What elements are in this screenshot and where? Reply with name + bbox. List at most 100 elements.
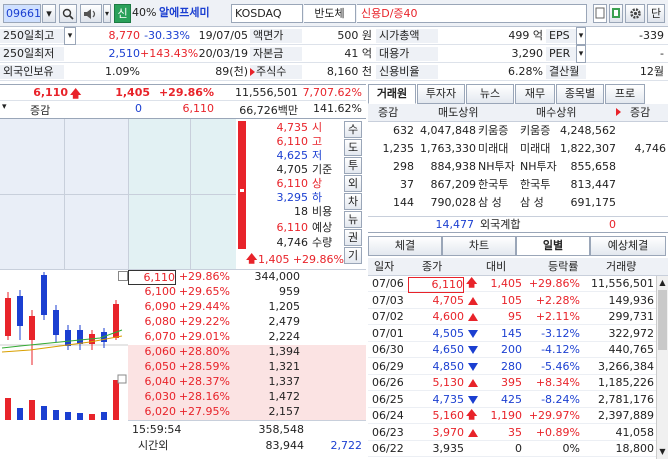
daily-date: 06/26 bbox=[372, 376, 404, 389]
speaker-icon[interactable] bbox=[80, 4, 102, 23]
daily-down-icon bbox=[468, 395, 478, 404]
summary-value: 6,110 bbox=[276, 135, 309, 148]
broker-tab[interactable]: 뉴스 bbox=[466, 84, 514, 104]
daily-row[interactable]: 06/26 5,130 395 +8.34% 1,185,226 bbox=[368, 375, 656, 391]
unit-button[interactable]: 단 bbox=[647, 4, 665, 23]
ask-row[interactable]: 6,080 +29.22% 2,479 bbox=[128, 315, 366, 330]
ask-rate: +29.44% bbox=[178, 300, 230, 313]
scroll-up-icon[interactable]: ▲ bbox=[658, 278, 667, 288]
date-250-low: 20/03/19 bbox=[198, 47, 248, 60]
speaker-dropdown-button[interactable]: ▾ bbox=[103, 4, 111, 23]
expected-rate: +29.86% bbox=[292, 253, 344, 266]
daily-row[interactable]: 07/01 4,505 145 -3.12% 322,972 bbox=[368, 326, 656, 342]
daily-row[interactable]: 07/06 6,110 🡅 1,405 +29.86% 11,556,501 bbox=[368, 276, 656, 293]
bid-price: 6,040 bbox=[144, 375, 177, 388]
daily-change: 35 bbox=[508, 425, 522, 439]
daily-tab[interactable]: 일별 bbox=[516, 236, 590, 256]
bid-price: 6,020 bbox=[144, 405, 177, 418]
label-shares: 주식수 bbox=[250, 65, 302, 79]
stock-name: 알에프세미 bbox=[159, 6, 210, 19]
bid-row[interactable]: 6,050 +28.59% 1,321 bbox=[128, 360, 366, 375]
daily-close: 5,160 bbox=[432, 409, 465, 422]
daily-volume: 18,800 bbox=[615, 442, 655, 455]
daily-tab[interactable]: 차트 bbox=[442, 236, 516, 256]
daily-close: 6,110 bbox=[408, 277, 464, 293]
broker-sell-name: 삼 성 bbox=[478, 196, 502, 209]
eps-dropdown[interactable]: ▾ bbox=[576, 27, 586, 45]
daily-row[interactable]: 07/03 4,705 105 +2.28% 149,936 bbox=[368, 293, 656, 309]
daily-close: 4,850 bbox=[432, 359, 465, 373]
scroll-thumb[interactable] bbox=[658, 290, 667, 350]
side-button[interactable]: 뉴 bbox=[344, 211, 362, 228]
ask-row[interactable]: 6,090 +29.44% 1,205 bbox=[128, 300, 366, 315]
ask-row[interactable]: 6,100 +29.65% 959 bbox=[128, 285, 366, 300]
daily-row[interactable]: 07/02 4,600 95 +2.11% 299,731 bbox=[368, 309, 656, 325]
bid-qty: 1,337 bbox=[268, 375, 301, 388]
label-capital: 자본금 bbox=[250, 47, 302, 61]
chart-icon[interactable] bbox=[609, 4, 623, 23]
ask-rows: 6,110 +29.86% 344,000 6,100 +29.65% 959 6,090 +… bbox=[128, 270, 366, 345]
bid-row[interactable]: 6,020 +27.95% 2,157 bbox=[128, 405, 366, 420]
label-substitute-price: 대용가 bbox=[376, 47, 438, 61]
side-button[interactable]: 투 bbox=[344, 157, 362, 174]
margin-label: 증감 bbox=[30, 104, 51, 117]
foreign-sell-total: 14,477 bbox=[435, 218, 475, 231]
scroll-down-icon[interactable]: ▼ bbox=[658, 447, 667, 457]
broker-rows: 632 4,047,848 키움증 키움증 4,248,562 1,235 1,763,33… bbox=[368, 122, 668, 216]
ask-row[interactable]: 6,070 +29.01% 2,224 bbox=[128, 330, 366, 345]
side-button[interactable]: 권 bbox=[344, 229, 362, 246]
high-dropdown[interactable]: ▾ bbox=[64, 27, 76, 45]
side-button[interactable]: 기 bbox=[344, 247, 362, 264]
side-button[interactable]: 차 bbox=[344, 193, 362, 210]
window-icon[interactable] bbox=[593, 4, 607, 23]
daily-tab[interactable]: 예상체결 bbox=[590, 236, 666, 256]
broker-col-delta1: 증감 bbox=[378, 106, 399, 119]
broker-tab[interactable]: 투자자 bbox=[417, 84, 465, 104]
daily-row[interactable]: 06/24 5,160 🡅 1,190 +29.97% 2,397,889 bbox=[368, 408, 656, 424]
bid-row[interactable]: 6,060 +28.80% 1,394 bbox=[128, 345, 366, 360]
chart-expand-button[interactable] bbox=[118, 271, 128, 281]
credit-info: 신용D/증40 bbox=[357, 4, 587, 23]
trade-amount-pct: 141.62% bbox=[313, 102, 362, 115]
daily-up-icon bbox=[468, 379, 478, 387]
value-fiscal-month: 12월 bbox=[639, 65, 664, 78]
right-panel: 거래원 투자자 뉴스 재무 종목별 프로 증감 매도상위 매수상위 증감 632 4,047… bbox=[368, 84, 668, 459]
daily-tab[interactable]: 체결 bbox=[368, 236, 442, 256]
daily-row[interactable]: 06/22 3,935 0 0% 18,800 bbox=[368, 441, 656, 457]
code-dropdown-button[interactable]: ▾ bbox=[42, 4, 56, 23]
daily-down-icon bbox=[468, 329, 478, 338]
bid-row[interactable]: 6,040 +28.37% 1,337 bbox=[128, 375, 366, 390]
daily-row[interactable]: 06/23 3,970 35 +0.89% 41,058 bbox=[368, 425, 656, 441]
daily-row[interactable]: 06/25 4,735 425 -8.24% 2,781,176 bbox=[368, 392, 656, 408]
daily-row[interactable]: 06/30 4,650 200 -4.12% 440,765 bbox=[368, 342, 656, 358]
after-hours-qty2: 2,722 bbox=[330, 439, 363, 452]
side-button[interactable]: 수 bbox=[344, 121, 362, 138]
broker-tab[interactable]: 프로 bbox=[605, 84, 645, 104]
broker-sell-qty: 790,028 bbox=[430, 196, 477, 209]
expand-icon[interactable]: ▾ bbox=[2, 102, 12, 112]
broker-sell-name: 키움증 bbox=[478, 124, 509, 137]
gear-icon[interactable] bbox=[625, 4, 645, 23]
stock-code-input[interactable]: 096610 bbox=[3, 4, 41, 23]
search-icon[interactable] bbox=[59, 4, 77, 23]
bid-rate: +28.37% bbox=[178, 375, 230, 388]
per-dropdown[interactable]: ▾ bbox=[576, 45, 586, 63]
side-button[interactable]: 외 bbox=[344, 175, 362, 192]
summary-value: 6,110 bbox=[276, 177, 309, 190]
daily-date: 06/22 bbox=[372, 442, 404, 455]
side-button[interactable]: 도 bbox=[344, 139, 362, 156]
daily-down-icon bbox=[468, 362, 478, 371]
label-250-high: 250일최고 bbox=[0, 29, 64, 43]
broker-delta1: 1,235 bbox=[382, 142, 415, 155]
bid-price: 6,030 bbox=[144, 390, 177, 403]
broker-tab[interactable]: 종목별 bbox=[556, 84, 604, 104]
broker-tab[interactable]: 재무 bbox=[515, 84, 555, 104]
daily-close: 4,600 bbox=[432, 310, 465, 323]
daily-scrollbar[interactable]: ▲ ▼ bbox=[656, 276, 668, 459]
trade-amount: 66,726백만 bbox=[239, 104, 298, 117]
bid-row[interactable]: 6,030 +28.16% 1,472 bbox=[128, 390, 366, 405]
daily-row[interactable]: 06/29 4,850 280 -5.46% 3,266,384 bbox=[368, 359, 656, 375]
daily-limit-up-icon: 🡅 bbox=[466, 408, 478, 421]
ask-row[interactable]: 6,110 +29.86% 344,000 bbox=[128, 270, 366, 285]
broker-tab[interactable]: 거래원 bbox=[368, 84, 416, 104]
